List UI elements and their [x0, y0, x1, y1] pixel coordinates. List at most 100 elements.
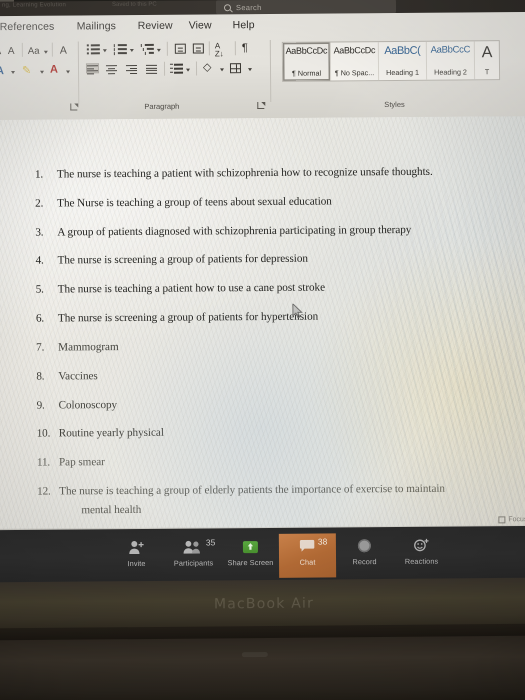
change-case-icon[interactable]: Aa	[28, 46, 40, 57]
zoom-invite-button[interactable]: Invite	[108, 535, 165, 579]
list-item-text: The nurse is screening a group of patien…	[57, 253, 308, 267]
decrease-indent-icon[interactable]	[174, 43, 186, 54]
style-heading-1[interactable]: AaBbC( Heading 1	[378, 41, 428, 81]
list-item: 10. Routine yearly physical	[37, 424, 487, 441]
shading-icon[interactable]: ◇	[203, 61, 212, 73]
style-title[interactable]: A T	[475, 41, 499, 79]
align-center-icon[interactable]	[105, 64, 119, 75]
tab-view[interactable]: View	[189, 19, 212, 31]
numbered-list-icon[interactable]	[113, 43, 127, 55]
paragraph-group-label: Paragraph	[144, 101, 180, 111]
style-no-spacing-preview: AaBbCcDc	[333, 45, 376, 56]
zoom-chat-button[interactable]: 38 Chat	[278, 533, 337, 578]
list-item-number: 10.	[36, 427, 51, 441]
justify-icon[interactable]	[145, 64, 159, 74]
borders-icon[interactable]	[229, 63, 242, 74]
tab-references[interactable]: References	[0, 21, 54, 33]
font-color-chevron-down-icon[interactable]	[66, 70, 71, 74]
numbered-list: 1. The nurse is teaching a patient with …	[35, 164, 488, 531]
tab-help[interactable]: Help	[233, 19, 255, 31]
borders-chevron-down-icon[interactable]	[248, 68, 253, 72]
zoom-reactions-label: Reactions	[404, 556, 439, 566]
increase-indent-icon[interactable]	[192, 43, 204, 54]
search-icon	[223, 3, 232, 11]
highlight-chevron-down-icon[interactable]	[40, 70, 45, 74]
numbering-chevron-down-icon[interactable]	[129, 49, 134, 53]
style-normal[interactable]: AaBbCcDc ¶ Normal	[282, 42, 332, 81]
style-heading-2[interactable]: AaBbCcC Heading 2	[426, 41, 476, 80]
align-left-icon[interactable]	[85, 63, 100, 75]
list-item: 1. The nurse is teaching a patient with …	[35, 164, 485, 181]
list-item-number: 12.	[37, 485, 51, 498]
list-item: 8. Vaccines	[36, 366, 486, 383]
zoom-participants-label: Participants	[173, 558, 214, 568]
zoom-record-button[interactable]: Record	[336, 533, 393, 577]
style-title-label: T	[484, 67, 490, 77]
save-status-label: Saved to this PC	[111, 1, 157, 8]
list-item-text: The nurse is screening a group of patien…	[57, 310, 319, 325]
list-item: 7. Mammogram	[36, 337, 486, 354]
chat-bubble-icon: 38	[299, 537, 327, 555]
mouse-cursor	[292, 303, 303, 319]
list-item-text: The nurse is teaching a group of elderly…	[59, 482, 487, 519]
bullet-list-icon[interactable]	[86, 44, 100, 55]
word-ribbon: References Mailings Review View Help A A…	[0, 11, 525, 125]
bullets-chevron-down-icon[interactable]	[102, 49, 107, 53]
group-divider-paragraph-styles	[269, 39, 272, 102]
list-item: 11. Pap smear	[37, 453, 487, 470]
list-item: 6. The nurse is screening a group of pat…	[36, 309, 486, 326]
clear-formatting-icon[interactable]: A	[60, 45, 67, 57]
shading-chevron-down-icon[interactable]	[220, 68, 225, 72]
style-heading-2-preview: AaBbCcC	[430, 44, 471, 56]
laptop-trackpad-notch	[241, 651, 268, 658]
style-no-spacing-label: ¶ No Spac...	[334, 68, 375, 78]
list-item-text: Pap smear	[58, 456, 105, 469]
style-no-spacing[interactable]: AaBbCcDc ¶ No Spac...	[330, 42, 380, 81]
document-title: ng, Learning Evolution	[1, 2, 67, 9]
show-formatting-marks-icon[interactable]: ¶	[242, 42, 248, 54]
list-item-text: Mammogram	[58, 340, 119, 354]
search-input[interactable]: Search	[215, 0, 397, 15]
people-icon: 35	[183, 537, 215, 555]
zoom-invite-label: Invite	[127, 558, 146, 569]
style-heading-1-label: Heading 1	[386, 67, 419, 78]
document-page[interactable]: 1. The nurse is teaching a patient with …	[0, 116, 525, 532]
font-color-icon[interactable]: A	[50, 64, 58, 76]
align-right-icon[interactable]	[125, 64, 139, 74]
text-effects-chevron-down-icon[interactable]	[11, 70, 16, 74]
list-item-text: Colonoscopy	[58, 398, 118, 412]
paragraph-divider-3	[234, 41, 236, 56]
group-divider-font-paragraph	[77, 41, 80, 104]
multilevel-chevron-down-icon[interactable]	[156, 48, 161, 52]
record-circle-icon	[357, 537, 371, 554]
zoom-share-screen-button[interactable]: Share Screen	[222, 534, 279, 578]
style-title-preview: A	[481, 44, 493, 62]
shrink-font-icon[interactable]: A	[8, 46, 15, 57]
change-case-chevron-down-icon[interactable]	[43, 50, 48, 54]
zoom-participants-count: 35	[205, 537, 216, 548]
tab-review[interactable]: Review	[138, 20, 173, 32]
ribbon-tab-bar: References Mailings Review View Help	[0, 15, 525, 39]
grow-font-icon[interactable]: A	[0, 45, 1, 57]
list-item-number: 4.	[35, 255, 44, 268]
list-item-number: 5.	[35, 283, 44, 296]
tab-mailings[interactable]: Mailings	[77, 20, 116, 32]
zoom-record-label: Record	[352, 557, 377, 567]
zoom-participants-button[interactable]: 35 Participants	[165, 534, 222, 578]
focus-icon	[498, 516, 506, 524]
line-spacing-chevron-down-icon[interactable]	[186, 68, 191, 72]
text-effects-icon[interactable]: A	[0, 65, 4, 77]
multilevel-list-icon[interactable]	[140, 43, 154, 55]
paragraph-dialog-launcher[interactable]	[257, 102, 265, 110]
zoom-meeting-toolbar: Invite 35 Participants Share Screen 38 C…	[0, 525, 525, 587]
highlight-pen-icon[interactable]: ✎	[22, 65, 31, 77]
line-spacing-icon[interactable]	[169, 63, 184, 74]
zoom-reactions-button[interactable]: Reactions	[393, 533, 450, 577]
focus-view-button[interactable]: Focus	[498, 516, 525, 524]
font-dialog-launcher[interactable]	[70, 103, 78, 111]
sort-icon[interactable]: A Z↓	[215, 41, 224, 59]
list-item: 3. A group of patients diagnosed with sc…	[35, 222, 485, 239]
paragraph-divider-4	[163, 61, 166, 76]
laptop-photo-screenshot: ng, Learning Evolution Saved to this PC …	[0, 0, 525, 700]
zoom-share-screen-label: Share Screen	[227, 557, 274, 568]
